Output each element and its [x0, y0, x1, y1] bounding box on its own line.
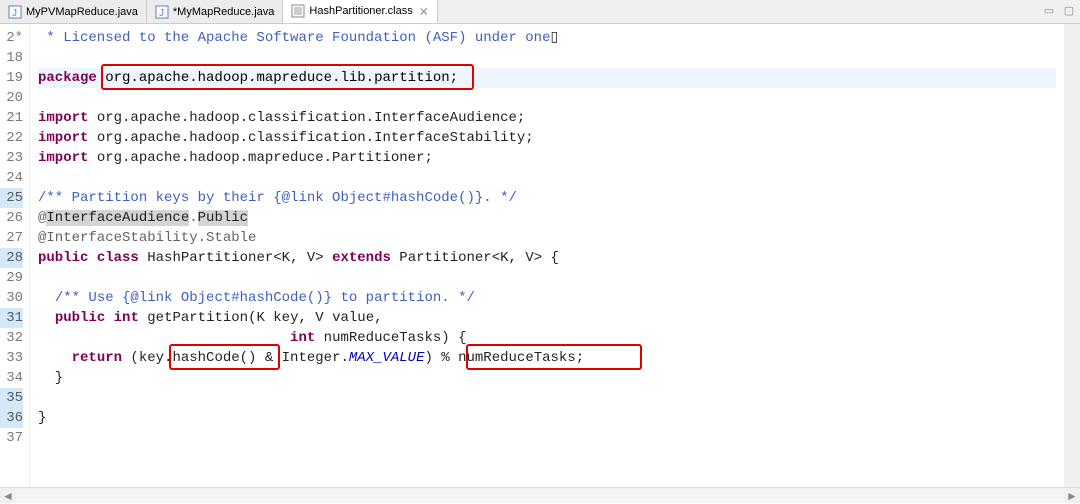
code-line: * Licensed to the Apache Software Founda… [38, 28, 1056, 48]
scroll-left-icon[interactable]: ◄ [0, 488, 16, 504]
line-number: 25 [0, 188, 23, 208]
code-line: @InterfaceStability.Stable [38, 228, 1056, 248]
line-number: 27 [0, 228, 23, 248]
maximize-icon[interactable]: ▢ [1062, 3, 1076, 17]
class-file-icon [291, 4, 305, 18]
code-line [38, 268, 1056, 288]
line-number: 20 [0, 88, 23, 108]
line-number: 30 [0, 288, 23, 308]
line-number: 23 [0, 148, 23, 168]
line-number: 31 [0, 308, 23, 328]
code-line: } [38, 408, 1056, 428]
line-number: 29 [0, 268, 23, 288]
line-number: 21 [0, 108, 23, 128]
code-line: package org.apache.hadoop.mapreduce.lib.… [38, 68, 1056, 88]
tab-0[interactable]: J MyPVMapReduce.java [0, 0, 147, 23]
line-number: 33 [0, 348, 23, 368]
editor-area: 2*18192021222324252627282930313233343536… [0, 24, 1064, 487]
code-line [38, 428, 1056, 448]
code-editor[interactable]: * Licensed to the Apache Software Founda… [30, 24, 1064, 487]
tab-label: *MyMapReduce.java [173, 6, 275, 18]
horizontal-scrollbar[interactable]: ◄ ► [0, 487, 1080, 503]
code-line [38, 48, 1056, 68]
line-number: 35 [0, 388, 23, 408]
code-line [38, 168, 1056, 188]
code-line: } [38, 368, 1056, 388]
tab-label: MyPVMapReduce.java [26, 6, 138, 18]
code-line [38, 388, 1056, 408]
line-number: 26 [0, 208, 23, 228]
code-line: /** Partition keys by their {@link Objec… [38, 188, 1056, 208]
scroll-right-icon[interactable]: ► [1064, 488, 1080, 504]
line-number: 37 [0, 428, 23, 448]
scrollbar-track[interactable] [16, 490, 1064, 502]
line-number: 36 [0, 408, 23, 428]
window-controls: ▭ ▢ [1042, 3, 1076, 17]
svg-text:J: J [12, 8, 17, 19]
line-number: 24 [0, 168, 23, 188]
tab-label: HashPartitioner.class [309, 5, 412, 17]
code-line: /** Use {@link Object#hashCode()} to par… [38, 288, 1056, 308]
code-line: import org.apache.hadoop.classification.… [38, 108, 1056, 128]
code-line: public class HashPartitioner<K, V> exten… [38, 248, 1056, 268]
editor-wrap: 2*18192021222324252627282930313233343536… [0, 24, 1080, 487]
tab-bar: J MyPVMapReduce.java J *MyMapReduce.java Has… [0, 0, 1080, 24]
close-icon[interactable]: ⨯ [419, 4, 429, 18]
line-number: 28 [0, 248, 23, 268]
code-line: return (key.hashCode() & Integer.MAX_VAL… [38, 348, 1056, 368]
code-line: import org.apache.hadoop.classification.… [38, 128, 1056, 148]
code-line: import org.apache.hadoop.mapreduce.Parti… [38, 148, 1056, 168]
code-line: public int getPartition(K key, V value, [38, 308, 1056, 328]
code-line: @InterfaceAudience.Public [38, 208, 1056, 228]
line-number: 34 [0, 368, 23, 388]
line-number: 19 [0, 68, 23, 88]
minimize-icon[interactable]: ▭ [1042, 3, 1056, 17]
line-number-gutter: 2*18192021222324252627282930313233343536… [0, 24, 30, 487]
java-file-icon: J [8, 5, 22, 19]
vertical-scrollbar[interactable] [1064, 24, 1080, 487]
line-number: 2* [0, 28, 23, 48]
tab-2[interactable]: HashPartitioner.class ⨯ [283, 0, 437, 23]
code-line: int numReduceTasks) { [38, 328, 1056, 348]
line-number: 18 [0, 48, 23, 68]
java-file-icon: J [155, 5, 169, 19]
code-line [38, 88, 1056, 108]
tab-1[interactable]: J *MyMapReduce.java [147, 0, 284, 23]
line-number: 22 [0, 128, 23, 148]
line-number: 32 [0, 328, 23, 348]
svg-text:J: J [159, 8, 164, 19]
